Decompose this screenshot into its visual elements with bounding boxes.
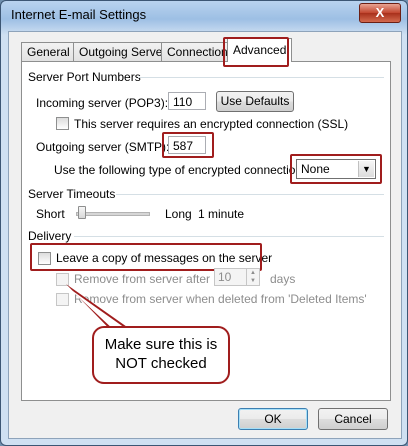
callout-note: Make sure this is NOT checked — [92, 326, 230, 384]
advanced-tab-highlight — [223, 37, 289, 67]
tab-outgoing-server[interactable]: Outgoing Server — [73, 42, 173, 62]
advanced-panel: Server Port Numbers Incoming server (POP… — [21, 61, 391, 401]
cancel-button[interactable]: Cancel — [318, 408, 388, 430]
close-icon: X — [375, 5, 385, 20]
ok-button[interactable]: OK — [238, 408, 308, 430]
callout-line-1: Make sure this is — [104, 336, 218, 353]
tab-general[interactable]: General — [21, 42, 76, 62]
callout-line-2: NOT checked — [115, 355, 207, 372]
dialog-client-area: General Outgoing Server Connection Advan… — [8, 31, 402, 439]
email-settings-dialog: Internet E-mail Settings X General Outgo… — [0, 0, 408, 446]
window-title: Internet E-mail Settings — [11, 7, 147, 22]
close-button[interactable]: X — [359, 3, 401, 23]
